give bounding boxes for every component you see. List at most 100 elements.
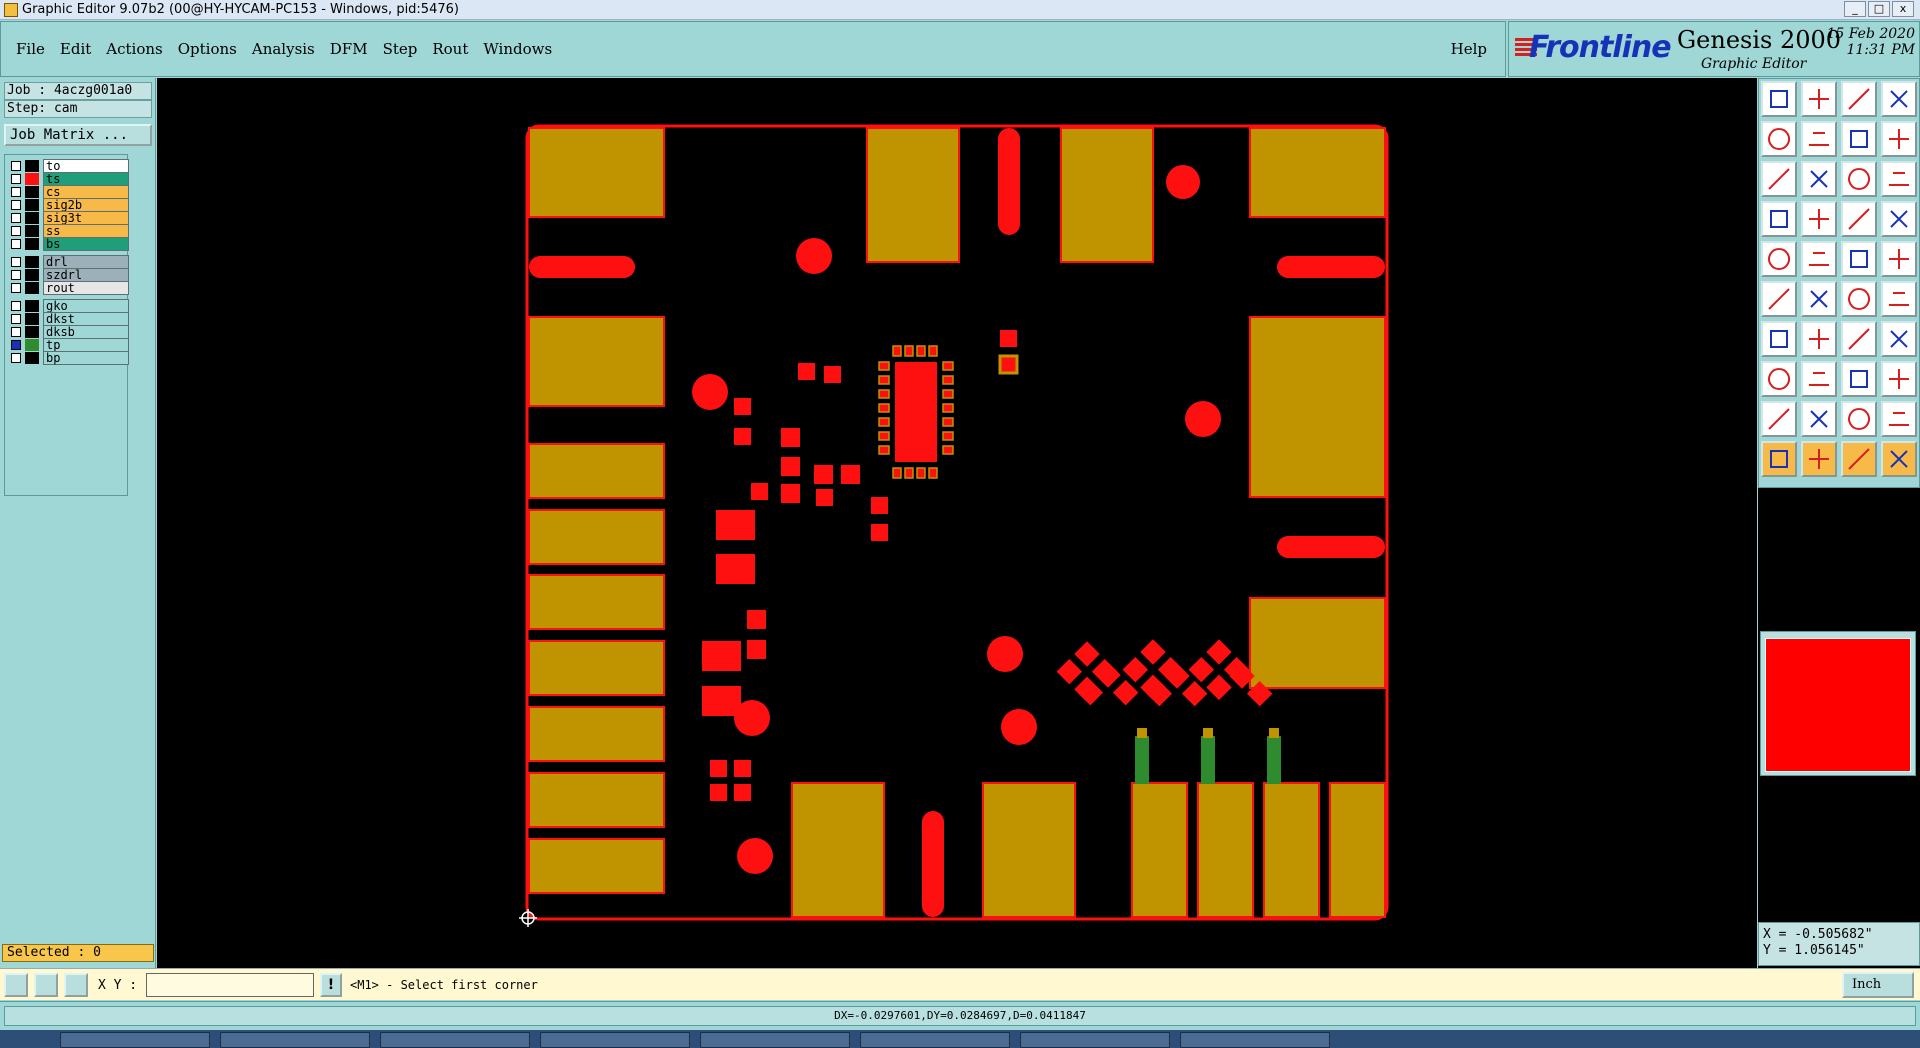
layer-row-to[interactable]: to — [7, 159, 129, 173]
layer-name[interactable]: ss — [43, 224, 129, 238]
layer-up-icon[interactable] — [1841, 201, 1877, 237]
layer-row-bp[interactable]: bp — [7, 351, 129, 365]
layer-checkbox[interactable] — [11, 270, 21, 280]
layer-checkbox[interactable] — [11, 187, 21, 197]
menu-help[interactable]: Help — [1451, 40, 1487, 58]
triangle4-icon[interactable] — [1881, 401, 1917, 437]
xy-input[interactable] — [146, 973, 314, 997]
layer-name[interactable]: to — [43, 159, 129, 173]
menu-file[interactable]: File — [16, 40, 45, 58]
menu-dfm[interactable]: DFM — [330, 40, 368, 58]
layer-row-ss[interactable]: ss — [7, 224, 129, 238]
triangle3-icon[interactable] — [1841, 401, 1877, 437]
polygon-icon[interactable] — [1801, 241, 1837, 277]
layer-color-swatch[interactable] — [25, 256, 39, 268]
layer-row-dksb[interactable]: dksb — [7, 325, 129, 339]
menu-edit[interactable]: Edit — [60, 40, 91, 58]
connect-icon[interactable] — [1761, 281, 1797, 317]
layer-color-swatch[interactable] — [25, 212, 39, 224]
layer-row-drl[interactable]: drl — [7, 255, 129, 269]
scale-icon[interactable] — [1841, 161, 1877, 197]
menu-rout[interactable]: Rout — [432, 40, 468, 58]
zoom-area-icon[interactable] — [1801, 161, 1837, 197]
graphic-canvas[interactable] — [157, 78, 1757, 968]
taskbar-item[interactable] — [860, 1032, 1010, 1048]
taskbar-item[interactable] — [1020, 1032, 1170, 1048]
save-icon[interactable] — [1801, 81, 1837, 117]
undo-icon[interactable] — [1761, 121, 1797, 157]
home-icon[interactable] — [1841, 81, 1877, 117]
step-icon[interactable] — [1881, 121, 1917, 157]
menu-step[interactable]: Step — [383, 40, 418, 58]
alert-button[interactable]: ! — [320, 973, 342, 997]
layer-name[interactable]: gko — [43, 299, 129, 313]
line-icon[interactable] — [1801, 201, 1837, 237]
minimap-view[interactable] — [1765, 638, 1911, 772]
layer-row-sig2b[interactable]: sig2b — [7, 198, 129, 212]
pad-icon[interactable] — [1761, 241, 1797, 277]
layer-name[interactable]: bp — [43, 351, 129, 365]
flip-icon[interactable] — [1881, 321, 1917, 357]
select-box-icon[interactable] — [1801, 441, 1837, 477]
layer-checkbox[interactable] — [11, 226, 21, 236]
dash-icon[interactable] — [1801, 361, 1837, 397]
layer-checkbox[interactable] — [11, 213, 21, 223]
layer-color-swatch[interactable] — [25, 313, 39, 325]
layer-name[interactable]: dkst — [43, 312, 129, 326]
maximize-button[interactable]: □ — [1868, 1, 1890, 17]
open-icon[interactable] — [1761, 81, 1797, 117]
select-lasso-icon[interactable] — [1841, 441, 1877, 477]
triangle2-icon[interactable] — [1801, 401, 1837, 437]
taskbar-item[interactable] — [1180, 1032, 1330, 1048]
close-button[interactable]: x — [1892, 1, 1914, 17]
point-icon[interactable] — [1761, 361, 1797, 397]
layer-row-szdrl[interactable]: szdrl — [7, 268, 129, 282]
layer-color-swatch[interactable] — [25, 186, 39, 198]
layer-color-swatch[interactable] — [25, 326, 39, 338]
layer-row-sig3t[interactable]: sig3t — [7, 211, 129, 225]
layer-checkbox[interactable] — [11, 340, 21, 350]
layer-checkbox[interactable] — [11, 200, 21, 210]
layer-checkbox[interactable] — [11, 283, 21, 293]
layer-name[interactable]: sig3t — [43, 211, 129, 225]
layer-color-swatch[interactable] — [25, 160, 39, 172]
layer-name[interactable]: rout — [43, 281, 129, 295]
layer-color-swatch[interactable] — [25, 269, 39, 281]
layer-checkbox[interactable] — [11, 239, 21, 249]
route-icon[interactable] — [1881, 441, 1917, 477]
layer-name[interactable]: dksb — [43, 325, 129, 339]
menu-actions[interactable]: Actions — [106, 40, 162, 58]
cross-icon[interactable] — [1801, 281, 1837, 317]
taskbar-item[interactable] — [220, 1032, 370, 1048]
layout-icon[interactable] — [1881, 81, 1917, 117]
layer-checkbox[interactable] — [11, 314, 21, 324]
slash-icon[interactable] — [1801, 321, 1837, 357]
pcb-view[interactable] — [157, 78, 1757, 968]
layer-color-swatch[interactable] — [25, 225, 39, 237]
layer-row-rout[interactable]: rout — [7, 281, 129, 295]
menu-windows[interactable]: Windows — [483, 40, 552, 58]
layer-name[interactable]: tp — [43, 338, 129, 352]
layer-color-swatch[interactable] — [25, 238, 39, 250]
grid-icon[interactable] — [64, 973, 88, 997]
layer-checkbox[interactable] — [11, 353, 21, 363]
ruler-icon[interactable] — [1841, 241, 1877, 277]
unit-select[interactable]: Inch — [1842, 972, 1914, 998]
layer-checkbox[interactable] — [11, 161, 21, 171]
snap-icon[interactable] — [4, 973, 28, 997]
job-matrix-button[interactable]: Job Matrix ... — [4, 124, 152, 146]
layer-name[interactable]: bs — [43, 237, 129, 251]
minimap[interactable] — [1760, 631, 1916, 776]
draw-line-icon[interactable] — [1761, 321, 1797, 357]
layer-name[interactable]: sig2b — [43, 198, 129, 212]
menu-options[interactable]: Options — [178, 40, 237, 58]
minimize-button[interactable]: _ — [1844, 1, 1866, 17]
layer-name[interactable]: drl — [43, 255, 129, 269]
layer-row-gko[interactable]: gko — [7, 299, 129, 313]
node-icon[interactable] — [1841, 281, 1877, 317]
taskbar-item[interactable] — [700, 1032, 850, 1048]
triangle-icon[interactable] — [1761, 401, 1797, 437]
layer-checkbox[interactable] — [11, 257, 21, 267]
node2-icon[interactable] — [1881, 281, 1917, 317]
layer-row-tp[interactable]: tp — [7, 338, 129, 352]
